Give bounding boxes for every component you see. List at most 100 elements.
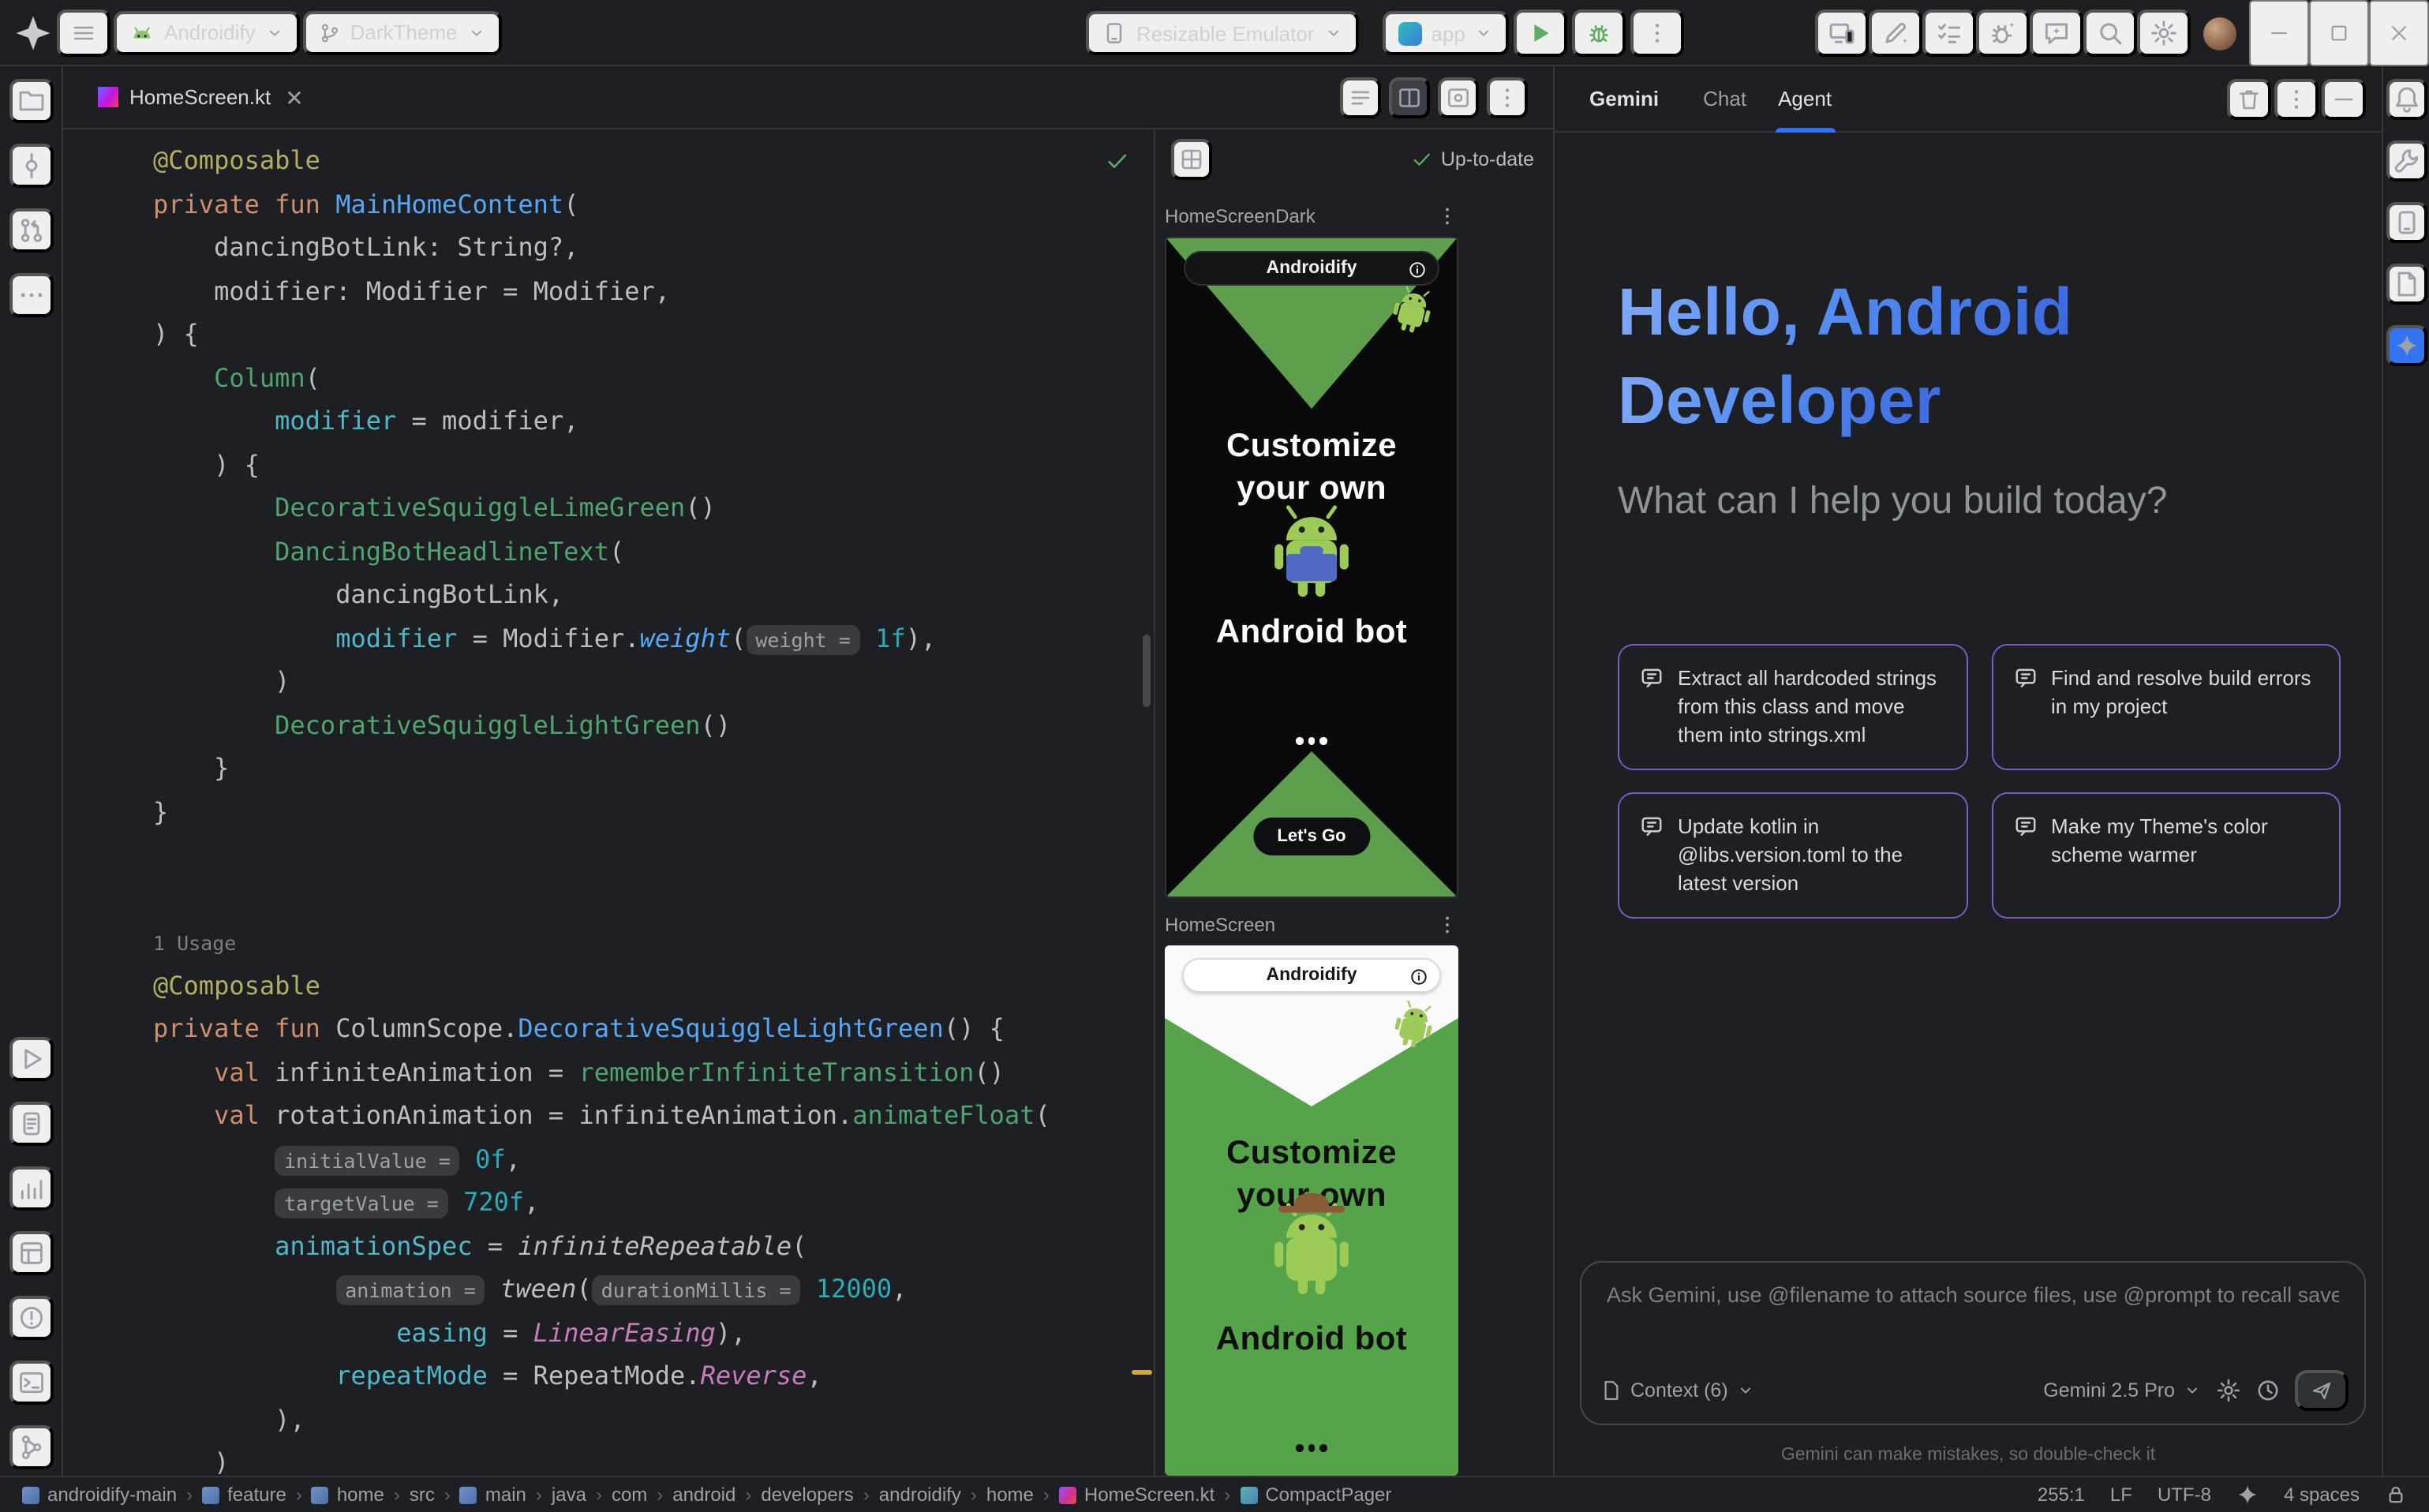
suggestion-card[interactable]: Find and resolve build errors in my proj… <box>1991 644 2341 770</box>
hide-panel-button[interactable] <box>2322 78 2366 119</box>
history-icon[interactable] <box>2255 1378 2281 1403</box>
search-everywhere-button[interactable] <box>2083 9 2137 57</box>
debug-button[interactable] <box>1573 9 1626 57</box>
minimize-window-button[interactable] <box>2249 0 2309 66</box>
version-control-tool-button[interactable] <box>9 1425 53 1469</box>
run-outline-icon <box>17 1045 45 1073</box>
gemini-options-button[interactable] <box>2274 78 2319 119</box>
breadcrumb-item[interactable]: home <box>986 1484 1034 1506</box>
gemini-input-box[interactable]: Context (6) Gemini 2.5 Pro <box>1580 1261 2366 1425</box>
breadcrumb-item[interactable]: HomeScreen.kt <box>1059 1484 1214 1506</box>
project-selector[interactable]: Androidify <box>114 10 300 54</box>
breadcrumb-item[interactable]: src <box>410 1484 435 1506</box>
tab-agent[interactable]: Agent <box>1762 66 1847 131</box>
commit-tool-button[interactable] <box>9 144 53 188</box>
menu-icon <box>71 20 96 45</box>
split-view-button[interactable] <box>1389 77 1430 118</box>
device-mirroring-button[interactable] <box>1815 9 1869 57</box>
ai-chat-button[interactable] <box>2030 9 2083 57</box>
breadcrumb-item[interactable]: home <box>312 1484 384 1506</box>
profiler-tool-button[interactable] <box>9 1166 53 1211</box>
gemini-tool-button[interactable] <box>2386 325 2427 366</box>
run-tool-button[interactable] <box>9 1037 53 1081</box>
code-lines: @Composableprivate fun MainHomeContent( … <box>153 139 1154 1476</box>
editor-options-button[interactable] <box>1487 77 1528 118</box>
device-icon <box>1102 21 1127 46</box>
ai-rename-button[interactable] <box>1869 9 1922 57</box>
ai-debug-button[interactable] <box>1976 9 2030 57</box>
device-manager-button[interactable] <box>2386 202 2427 243</box>
pull-requests-tool-button[interactable] <box>9 208 53 253</box>
code-line: targetValue = 720f, <box>153 1181 1154 1224</box>
close-window-button[interactable] <box>2369 0 2429 66</box>
suggestion-card[interactable]: Update kotlin in @libs.version.toml to t… <box>1618 792 1967 919</box>
editor-scrollbar[interactable] <box>1143 634 1151 707</box>
cursor-position[interactable]: 255:1 <box>2038 1484 2085 1506</box>
main-menu-button[interactable] <box>57 9 110 56</box>
suggestion-card[interactable]: Extract all hardcoded strings from this … <box>1618 644 1967 770</box>
readonly-lock-icon[interactable] <box>2385 1484 2407 1506</box>
running-devices-button[interactable] <box>2386 264 2427 305</box>
suggestion-label: Find and resolve build errors in my proj… <box>2051 664 2319 750</box>
preview-layout-button[interactable] <box>1171 139 1212 180</box>
app-inspection-tool-button[interactable] <box>9 1231 53 1275</box>
logcat-tool-button[interactable] <box>9 1102 53 1146</box>
tab-homescreen-kt[interactable]: HomeScreen.kt ✕ <box>85 66 316 128</box>
chevron-down-icon <box>1736 1381 1755 1400</box>
model-selector[interactable]: Gemini 2.5 Pro <box>2043 1379 2202 1402</box>
breadcrumb-item[interactable]: java <box>552 1484 586 1506</box>
run-config-selector[interactable]: app <box>1382 11 1509 55</box>
breadcrumb-item[interactable]: androidify <box>879 1484 961 1506</box>
more-tools-button[interactable] <box>9 273 53 317</box>
code-editor[interactable]: @Composableprivate fun MainHomeContent( … <box>63 129 1154 1476</box>
breadcrumb-label: CompactPager <box>1265 1484 1391 1506</box>
breadcrumb-item[interactable]: developers <box>761 1484 853 1506</box>
clear-chat-button[interactable] <box>2227 78 2271 119</box>
preview-phone-homescreen[interactable]: Androidify Customize your own Android bo… <box>1165 945 1458 1476</box>
preview-phone-homescreendark[interactable]: Androidify Customize your own Android bo… <box>1165 237 1458 898</box>
more-run-actions-button[interactable] <box>1631 9 1685 57</box>
device-selector[interactable]: Resizable Emulator <box>1086 11 1358 55</box>
design-view-button[interactable] <box>1438 77 1479 118</box>
play-icon <box>1529 21 1554 46</box>
branch-selector[interactable]: DarkTheme <box>303 10 502 54</box>
breadcrumb-item[interactable]: android <box>672 1484 735 1506</box>
inspections-ok-icon[interactable] <box>1105 148 1130 174</box>
code-line: animation = tween(durationMillis = 12000… <box>153 1267 1154 1311</box>
suggestion-card[interactable]: Make my Theme's color scheme warmer <box>1991 792 2341 919</box>
breadcrumb-item[interactable]: androidify-main <box>22 1484 177 1506</box>
send-icon <box>2311 1379 2333 1402</box>
terminal-tool-button[interactable] <box>9 1360 53 1405</box>
breadcrumb-item[interactable]: com <box>612 1484 647 1506</box>
code-view-button[interactable] <box>1340 77 1381 118</box>
minimize-panel-icon <box>2331 86 2356 111</box>
close-tab-icon[interactable]: ✕ <box>285 86 303 108</box>
preview-scroll-area[interactable]: HomeScreenDark Androidify Custom <box>1155 189 1553 1476</box>
tab-chat[interactable]: Chat <box>1687 66 1762 131</box>
line-separator[interactable]: LF <box>2110 1484 2132 1506</box>
project-tool-button[interactable] <box>9 79 53 123</box>
suggestion-label: Extract all hardcoded strings from this … <box>1678 664 1945 750</box>
breadcrumb-item[interactable]: main <box>460 1484 526 1506</box>
preview-menu-icon[interactable] <box>1436 914 1458 936</box>
notifications-button[interactable] <box>2386 79 2427 120</box>
prompt-icon <box>2013 666 2037 690</box>
indent-style[interactable]: 4 spaces <box>2284 1484 2360 1506</box>
maximize-window-button[interactable] <box>2309 0 2369 66</box>
run-button[interactable] <box>1514 9 1568 57</box>
problems-tool-button[interactable] <box>9 1296 53 1340</box>
preview-menu-icon[interactable] <box>1436 205 1458 227</box>
ai-status-icon[interactable] <box>2236 1484 2259 1506</box>
gemini-settings-icon[interactable] <box>2216 1378 2241 1403</box>
file-encoding[interactable]: UTF-8 <box>2158 1484 2211 1506</box>
context-button[interactable]: Context (6) <box>1600 1379 1755 1402</box>
user-avatar[interactable] <box>2203 17 2236 50</box>
task-list-button[interactable] <box>1922 9 1976 57</box>
build-tools-button[interactable] <box>2386 140 2427 182</box>
breadcrumb-item[interactable]: CompactPager <box>1240 1484 1391 1506</box>
gemini-prompt-input[interactable] <box>1581 1263 2364 1307</box>
send-button[interactable] <box>2295 1370 2349 1411</box>
breadcrumb-item[interactable]: feature <box>202 1484 286 1506</box>
code-line: } <box>153 747 1154 790</box>
settings-button[interactable] <box>2137 9 2191 57</box>
